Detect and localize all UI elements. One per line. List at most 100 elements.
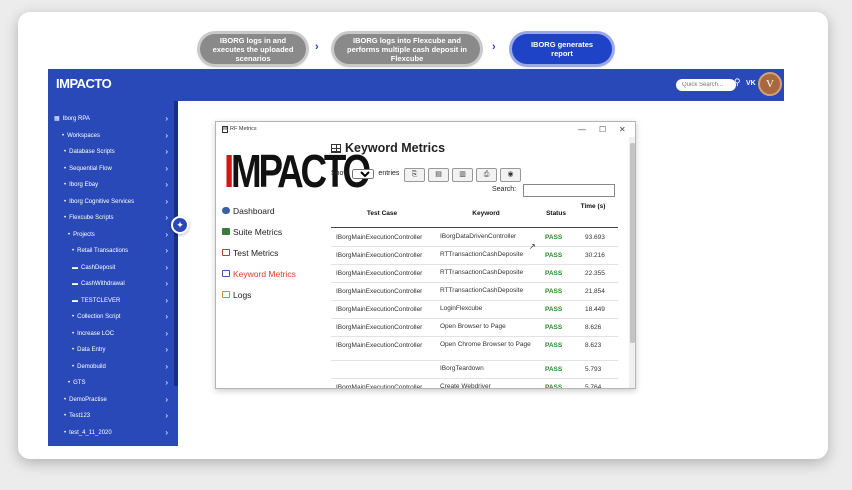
nav-dashboard[interactable]: Dashboard	[222, 206, 275, 216]
cell-test-case: IBorgMainExecutionController	[336, 252, 423, 259]
cell-test-case: IBorgMainExecutionController	[336, 288, 423, 295]
flow-arrow-2: ›	[492, 41, 496, 53]
nav-test-metrics[interactable]: Test Metrics	[222, 248, 278, 258]
sidebar-item-label: CashDeposit	[81, 264, 116, 271]
table-row[interactable]: IBorgMainExecutionController LoginFlexcub…	[331, 301, 618, 319]
chevron-right-icon: ›	[165, 394, 168, 404]
sidebar-item-label: Data Entry	[77, 347, 106, 353]
page-title: Keyword Metrics	[331, 141, 445, 155]
table-row[interactable]: IBorgMainExecutionController Create Webdr…	[331, 379, 618, 388]
sidebar-item[interactable]: • Flexcube Scripts ›	[48, 210, 178, 226]
sidebar-item-bullet: •	[64, 396, 67, 403]
minimize-button[interactable]: —	[578, 122, 586, 137]
csv-button[interactable]: ▤	[428, 168, 449, 182]
sidebar-item[interactable]: • Data Entry ›	[48, 342, 178, 358]
chevron-right-icon: ›	[165, 246, 168, 255]
avatar[interactable]: V	[758, 72, 782, 96]
sidebar-item-bullet: •	[64, 429, 67, 436]
cell-status: PASS	[545, 366, 563, 373]
chevron-right-icon: ›	[165, 378, 168, 387]
table-row[interactable]: IBorgMainExecutionController Open Chrome …	[331, 337, 618, 361]
sidebar-item[interactable]: • test_4_11_2020 ›	[48, 425, 178, 441]
window-scrollbar[interactable]	[629, 137, 635, 388]
search-label: Search:	[492, 186, 517, 193]
sidebar-item-bullet: •	[64, 215, 67, 221]
sidebar-item[interactable]: • Test123 ›	[48, 408, 178, 424]
excel-button[interactable]: ▥	[452, 168, 473, 182]
table-row[interactable]: IBorgMainExecutionController IBorgDataDri…	[331, 229, 618, 247]
print-button[interactable]: ⎙	[476, 168, 497, 182]
sidebar-item[interactable]: • Increase LOC ›	[48, 326, 178, 342]
sidebar-item[interactable]: • Sequential Flow ›	[48, 161, 178, 177]
sidebar-item[interactable]: • GTS ›	[48, 375, 178, 391]
nav-suite-metrics[interactable]: Suite Metrics	[222, 227, 282, 237]
sidebar-item[interactable]: ▬ TESTCLEVER ›	[48, 293, 178, 309]
sidebar-item-bullet: •	[72, 330, 75, 337]
cell-keyword: IBorgDataDrivenController	[440, 233, 517, 240]
table-row[interactable]: IBorgTeardown PASS 5.793	[331, 361, 618, 379]
logs-icon	[222, 291, 230, 298]
window-title: RF Metrics	[230, 126, 257, 132]
keyword-metrics-icon	[222, 270, 230, 277]
sidebar-item[interactable]: ▬ CashWithdrawal ›	[48, 276, 178, 292]
logo-letter-i: I	[224, 145, 234, 197]
cell-status: PASS	[545, 288, 563, 295]
sidebar-item-label: GTS	[73, 380, 86, 386]
quick-search-input[interactable]	[676, 79, 736, 91]
sidebar-item-bullet: •	[68, 380, 71, 386]
search-icon[interactable]: ⚲	[734, 77, 741, 88]
column-visibility-button[interactable]: ◉	[500, 168, 521, 182]
sidebar-item-bullet: •	[72, 363, 75, 370]
sidebar-item-bullet: ▬	[72, 281, 78, 287]
flow-step-report: IBORG generates report	[512, 34, 612, 64]
chevron-right-icon: ›	[165, 229, 168, 239]
sidebar-item-label: Iborg Cognitive Services	[69, 198, 135, 205]
pin-sidebar-button[interactable]: ✦	[171, 216, 189, 234]
test-metrics-icon	[222, 249, 230, 256]
cell-time: 18.449	[585, 306, 605, 313]
app-header: IMPACTO ⚲ VK V	[48, 69, 784, 101]
nav-logs[interactable]: Logs	[222, 290, 251, 300]
cell-status: PASS	[545, 342, 563, 349]
user-initials: VK	[746, 80, 756, 87]
sidebar-item-bullet: •	[64, 198, 67, 205]
nav-logs-label: Logs	[233, 290, 252, 300]
sidebar-item[interactable]: • DemoPractise ›	[48, 392, 178, 408]
table-row[interactable]: IBorgMainExecutionController Open Browser…	[331, 319, 618, 337]
sidebar-item[interactable]: ▬ CashDeposit ›	[48, 260, 178, 276]
nav-keyword-metrics[interactable]: Keyword Metrics	[222, 269, 296, 279]
screenshot-card: IBORG logs in and executes the uploaded …	[18, 12, 828, 459]
entries-select[interactable]: 10	[352, 169, 375, 179]
sidebar-item[interactable]: • Iborg Cognitive Services ›	[48, 194, 178, 210]
sidebar-item-label: Collection Script	[77, 314, 121, 320]
cell-test-case: IBorgMainExecutionController	[336, 270, 423, 277]
sidebar-item[interactable]: ▦ Iborg RPA ›	[48, 111, 178, 127]
col-header-time[interactable]: Time (s)	[579, 203, 607, 229]
sidebar-item-bullet: •	[72, 347, 75, 353]
table-search-input[interactable]	[523, 184, 615, 197]
maximize-button[interactable]: ☐	[599, 122, 606, 137]
window-titlebar: M RF Metrics — ☐ ✕	[216, 122, 635, 137]
table-row[interactable]: IBorgMainExecutionController RTTransactio…	[331, 283, 618, 301]
sidebar-item[interactable]: • Demobuild ›	[48, 359, 178, 375]
sidebar-item[interactable]: • Projects ›	[48, 227, 178, 243]
scrollbar-thumb[interactable]	[630, 143, 635, 343]
cell-keyword: RTTransactionCashDeposite	[440, 251, 524, 258]
cell-status: PASS	[545, 234, 563, 241]
sidebar-item-label: Test123	[69, 413, 91, 419]
table-row[interactable]: IBorgMainExecutionController RTTransactio…	[331, 247, 618, 265]
sidebar-item-bullet: ▬	[72, 264, 78, 271]
close-button[interactable]: ✕	[619, 122, 626, 137]
sidebar-item[interactable]: • Database Scripts ›	[48, 144, 178, 160]
chevron-right-icon: ›	[165, 345, 168, 354]
sidebar-item[interactable]: • Retail Transactions ›	[48, 243, 178, 259]
table-row[interactable]: IBorgMainExecutionController RTTransactio…	[331, 265, 618, 283]
sidebar-item-bullet: •	[64, 165, 67, 172]
sidebar-item[interactable]: • Iborg Ebay ›	[48, 177, 178, 193]
sidebar-item[interactable]: • Workspaces ›	[48, 128, 178, 144]
sidebar-item-label: Iborg RPA	[62, 116, 90, 122]
sidebar-item-bullet: •	[64, 182, 67, 188]
sidebar-item[interactable]: • Collection Script ›	[48, 309, 178, 325]
chevron-right-icon: ›	[165, 163, 168, 173]
copy-button[interactable]: ⎘	[404, 168, 425, 182]
